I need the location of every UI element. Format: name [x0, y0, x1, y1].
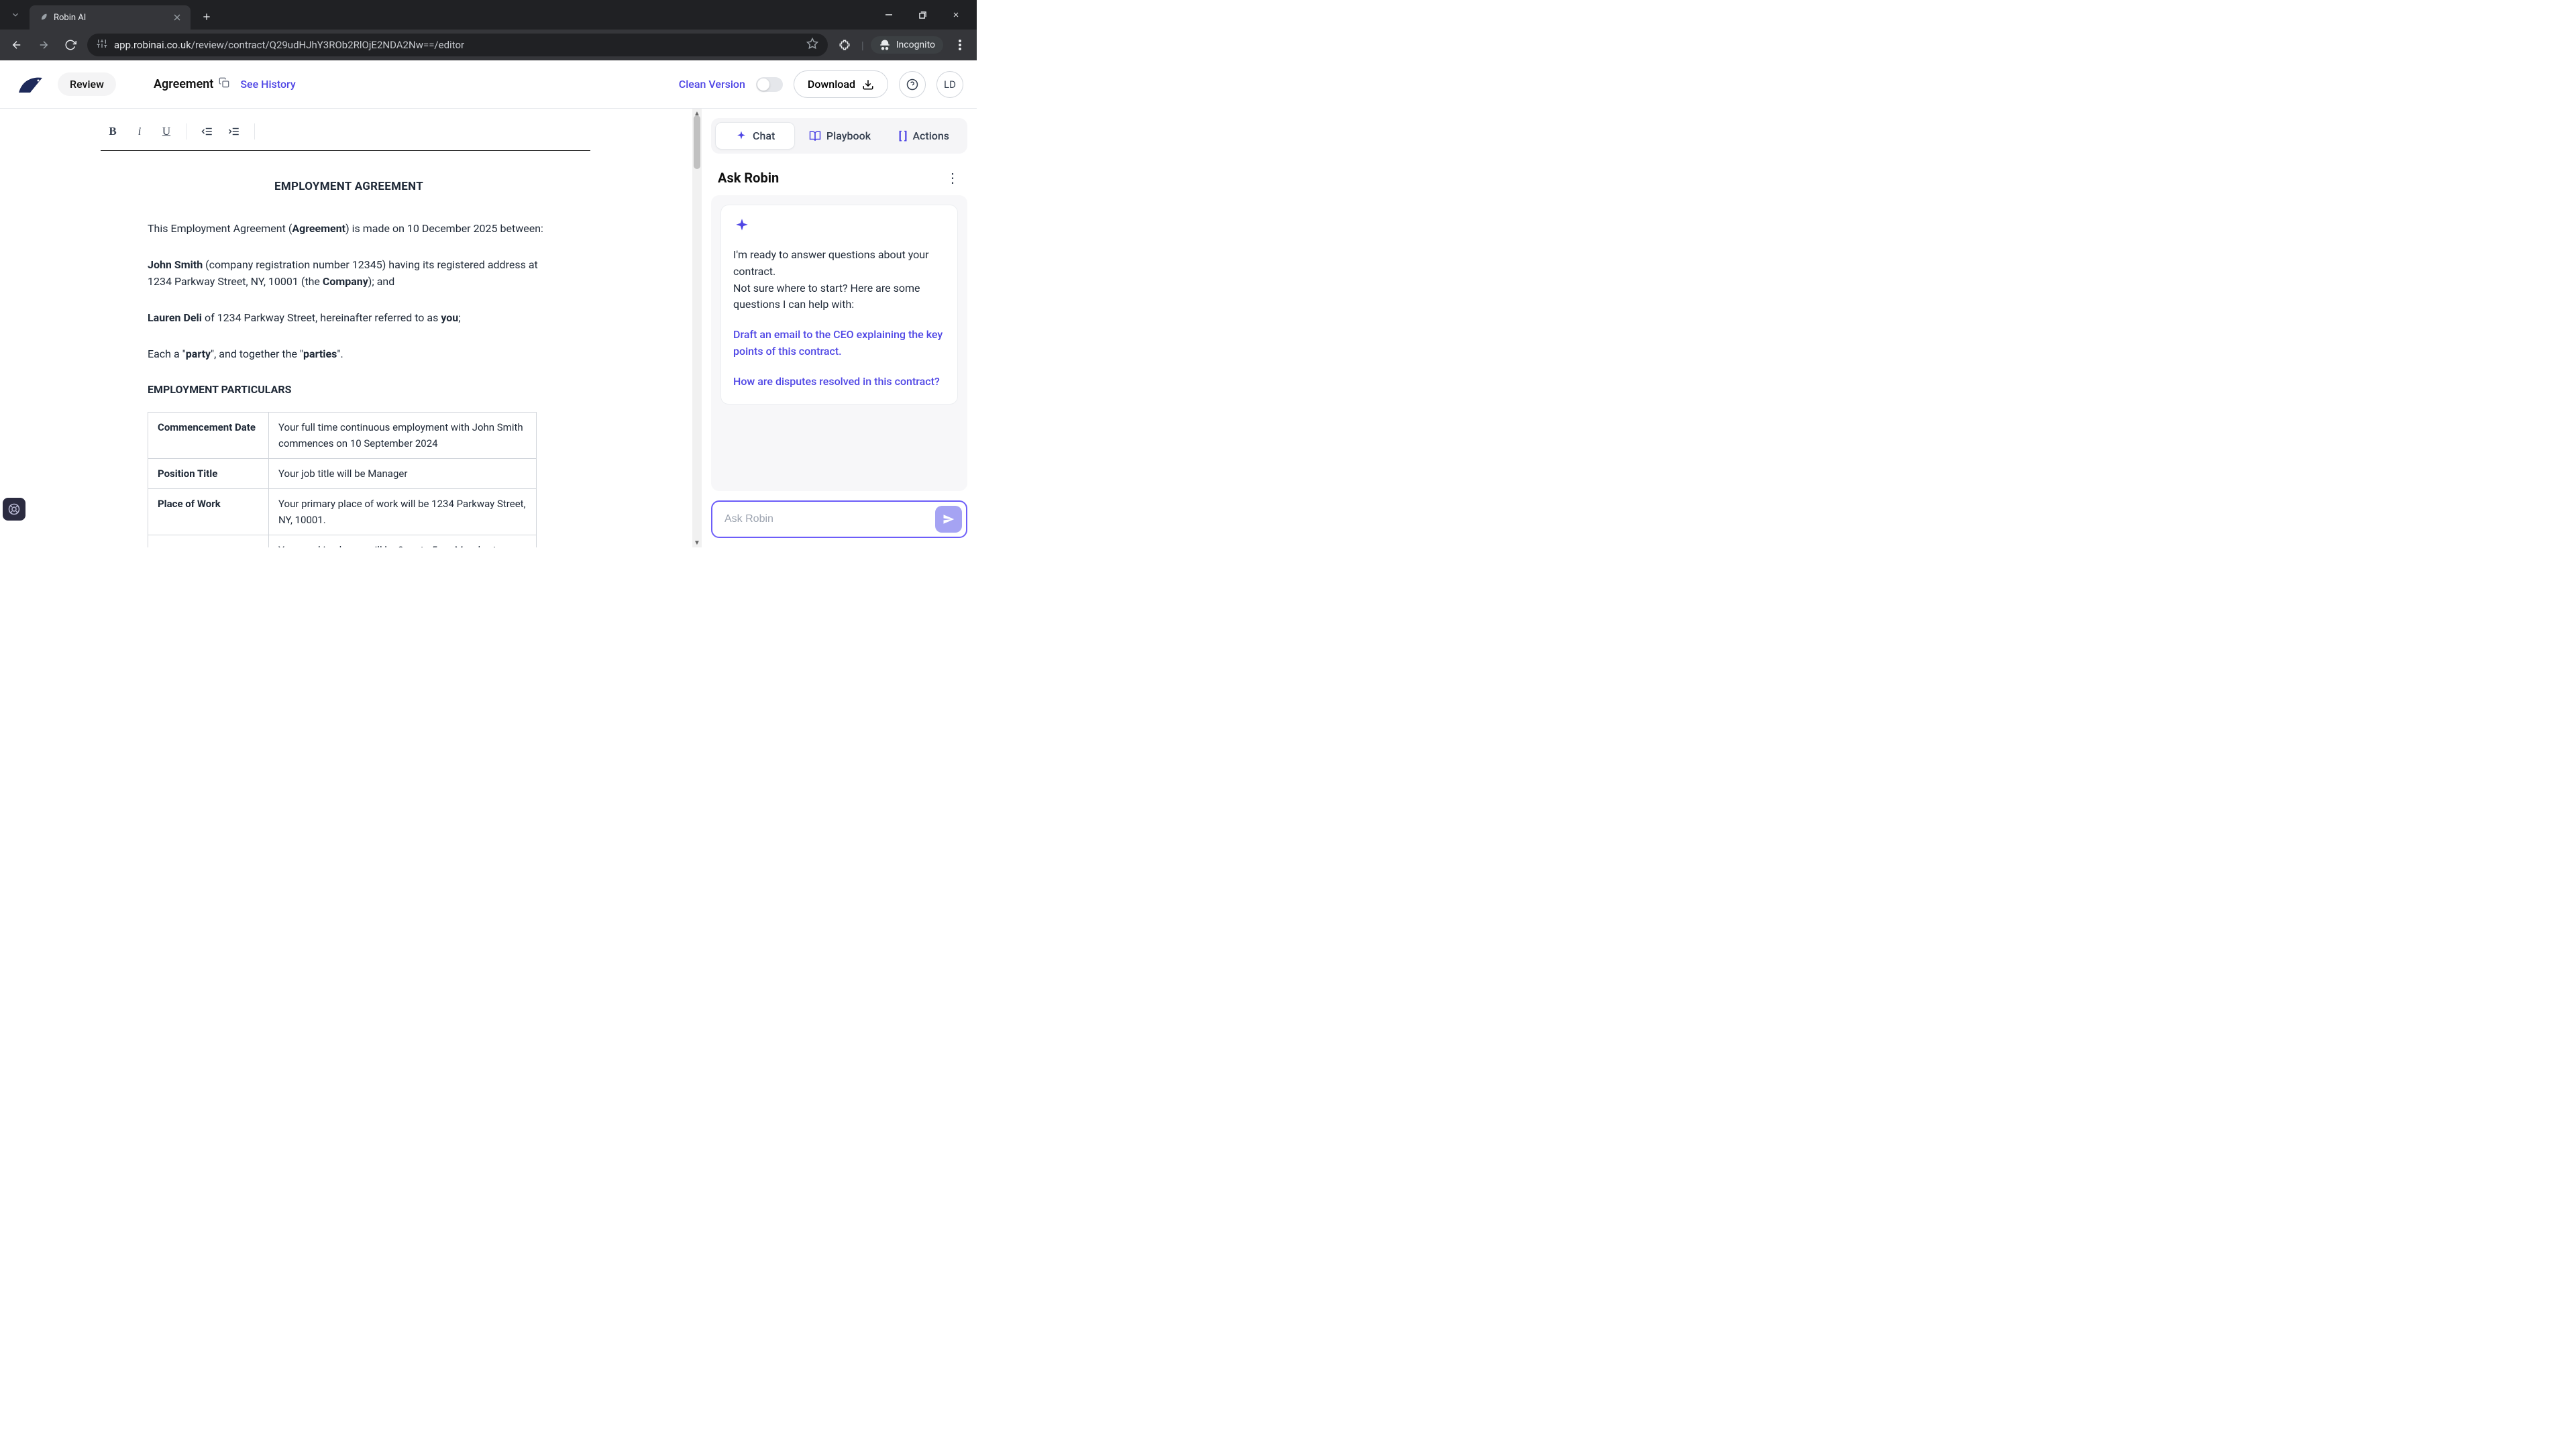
- send-button[interactable]: [935, 506, 962, 533]
- reload-button[interactable]: [60, 35, 80, 55]
- incognito-indicator[interactable]: Incognito: [871, 36, 943, 54]
- close-window-button[interactable]: [941, 4, 971, 25]
- panel-header: Ask Robin ⋮: [711, 154, 967, 195]
- particulars-table: Commencement DateYour full time continuo…: [148, 412, 537, 547]
- italic-button[interactable]: i: [127, 119, 152, 144]
- clean-version-toggle[interactable]: [756, 77, 783, 92]
- browser-chrome: Robin AI app.robinai.co.uk/review/contra…: [0, 0, 977, 60]
- indent-button[interactable]: [222, 119, 246, 144]
- sparkle-icon: [733, 217, 751, 235]
- chat-input-container: [711, 500, 967, 538]
- panel-tabs: Chat Playbook [ ] Actions: [711, 118, 967, 154]
- tab-bar: Robin AI: [0, 0, 977, 30]
- document-body[interactable]: EMPLOYMENT AGREEMENT This Employment Agr…: [0, 151, 550, 547]
- bold-button[interactable]: B: [101, 119, 125, 144]
- tab-actions[interactable]: [ ] Actions: [885, 122, 963, 150]
- scroll-thumb[interactable]: [694, 115, 700, 169]
- browser-tab[interactable]: Robin AI: [30, 5, 191, 30]
- main-content: B i U EMPLOYMENT AGREEMENT This Employme…: [0, 109, 977, 547]
- assistant-message: I'm ready to answer questions about your…: [720, 205, 958, 405]
- table-row: Your working hours will be 9am to 5pm Mo…: [148, 535, 537, 547]
- clean-version-label: Clean Version: [679, 78, 745, 91]
- extensions-icon[interactable]: [835, 35, 855, 55]
- copy-icon[interactable]: [219, 77, 229, 91]
- nav-bar: app.robinai.co.uk/review/contract/Q29udH…: [0, 30, 977, 60]
- site-settings-icon[interactable]: [97, 38, 107, 52]
- incognito-label: Incognito: [896, 40, 935, 50]
- see-history-link[interactable]: See History: [240, 78, 295, 91]
- maximize-button[interactable]: [907, 4, 938, 25]
- new-tab-button[interactable]: [197, 7, 216, 26]
- document-title: Agreement: [154, 77, 229, 91]
- underline-button[interactable]: U: [154, 119, 178, 144]
- robin-logo[interactable]: [13, 72, 47, 97]
- chrome-menu-button[interactable]: [950, 40, 970, 50]
- side-panel: Chat Playbook [ ] Actions Ask Robin ⋮ I'…: [702, 109, 977, 547]
- table-row: Position TitleYour job title will be Man…: [148, 458, 537, 488]
- feather-icon: [38, 12, 48, 23]
- app-header: Review Agreement See History Clean Versi…: [0, 60, 977, 109]
- table-row: Commencement DateYour full time continuo…: [148, 412, 537, 458]
- scroll-down-icon[interactable]: ▼: [692, 538, 702, 547]
- format-toolbar: B i U: [0, 109, 702, 150]
- doc-heading: EMPLOYMENT AGREEMENT: [148, 178, 550, 196]
- chat-scroll: I'm ready to answer questions about your…: [711, 195, 967, 491]
- scrollbar[interactable]: ▲ ▼: [692, 109, 702, 547]
- download-button[interactable]: Download: [794, 70, 888, 98]
- doc-paragraph: John Smith (company registration number …: [148, 256, 550, 290]
- back-button[interactable]: [7, 35, 27, 55]
- table-row: Place of WorkYour primary place of work …: [148, 488, 537, 535]
- chat-input[interactable]: [724, 513, 935, 525]
- outdent-button[interactable]: [195, 119, 219, 144]
- window-controls: [873, 4, 971, 25]
- suggestion-link[interactable]: How are disputes resolved in this contra…: [733, 374, 945, 390]
- tab-search-dropdown[interactable]: [5, 5, 25, 25]
- tab-playbook[interactable]: Playbook: [800, 122, 879, 150]
- editor-pane: B i U EMPLOYMENT AGREEMENT This Employme…: [0, 109, 702, 547]
- minimize-button[interactable]: [873, 4, 904, 25]
- address-bar[interactable]: app.robinai.co.uk/review/contract/Q29udH…: [87, 34, 828, 56]
- greeting-line-1: I'm ready to answer questions about your…: [733, 247, 945, 280]
- help-button[interactable]: [899, 71, 926, 98]
- doc-subheading: EMPLOYMENT PARTICULARS: [148, 381, 550, 398]
- user-avatar[interactable]: LD: [936, 71, 963, 98]
- suggestion-link[interactable]: Draft an email to the CEO explaining the…: [733, 327, 945, 360]
- review-button[interactable]: Review: [58, 72, 116, 96]
- forward-button[interactable]: [34, 35, 54, 55]
- tab-chat[interactable]: Chat: [715, 122, 795, 150]
- url-text: app.robinai.co.uk/review/contract/Q29udH…: [114, 39, 800, 51]
- bookmark-icon[interactable]: [806, 38, 818, 52]
- tab-title: Robin AI: [54, 13, 166, 23]
- greeting-line-2: Not sure where to start? Here are some q…: [733, 280, 945, 314]
- close-icon[interactable]: [172, 12, 182, 23]
- panel-menu-button[interactable]: ⋮: [946, 170, 961, 186]
- support-widget[interactable]: [3, 498, 25, 521]
- doc-paragraph: This Employment Agreement (Agreement) is…: [148, 220, 550, 237]
- doc-paragraph: Lauren Deli of 1234 Parkway Street, here…: [148, 309, 550, 327]
- panel-title: Ask Robin: [718, 170, 779, 186]
- doc-paragraph: Each a "party", and together the "partie…: [148, 345, 550, 363]
